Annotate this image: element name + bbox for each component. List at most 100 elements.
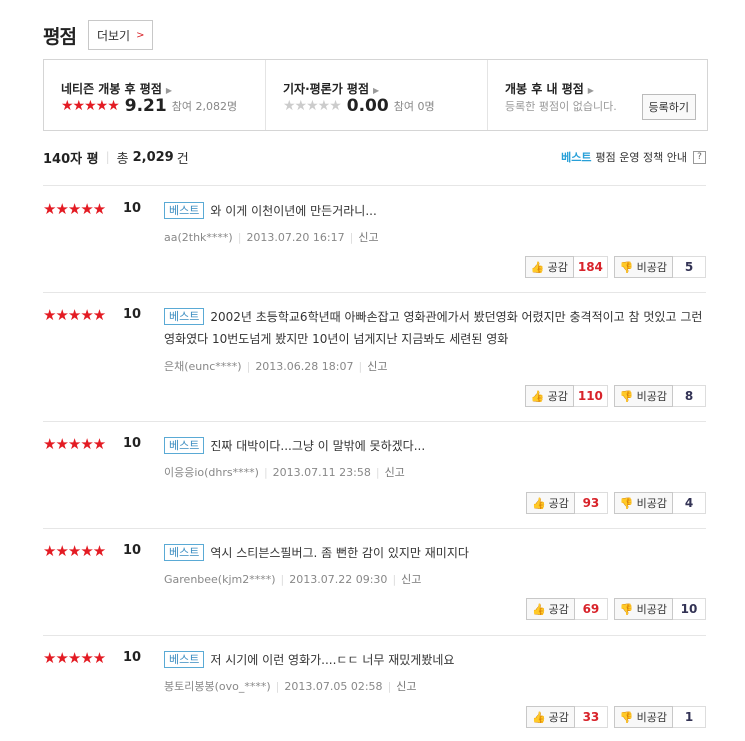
star-rating-icon: ★★★★★ bbox=[43, 542, 106, 560]
vote-controls: 👍 공감 184 👎 비공감 5 bbox=[524, 256, 706, 278]
star-rating-icon: ★★★★★ bbox=[61, 98, 120, 114]
thumbs-up-icon: 👍 bbox=[531, 602, 546, 616]
review-date: 2013.06.28 18:07 bbox=[255, 360, 354, 373]
review-text: 베스트 와 이게 이천이년에 만든거라니... bbox=[164, 200, 704, 222]
review-item: ★★★★★ 10 베스트 저 시기에 이런 영화가....ㄷㄷ 너무 재밌게봤네요… bbox=[43, 649, 706, 739]
netizen-rating-title[interactable]: 네티즌 개봉 후 평점 ▶ bbox=[61, 80, 172, 97]
dislike-count: 1 bbox=[673, 706, 706, 728]
review-date: 2013.07.05 02:58 bbox=[284, 680, 383, 693]
policy-text: 평점 운영 정책 안내 bbox=[595, 151, 687, 164]
dislike-button[interactable]: 👎 비공감 bbox=[613, 706, 673, 728]
divider bbox=[43, 635, 706, 636]
dislike-button[interactable]: 👎 비공감 bbox=[613, 598, 673, 620]
register-rating-button[interactable]: 등록하기 bbox=[641, 94, 696, 120]
critic-rating-title[interactable]: 기자·평론가 평점 ▶ bbox=[283, 80, 379, 97]
thumbs-down-icon: 👎 bbox=[619, 710, 634, 724]
total-prefix: 총 bbox=[116, 151, 129, 167]
report-link[interactable]: 신고 bbox=[396, 680, 416, 693]
vote-controls: 👍 공감 33 👎 비공감 1 bbox=[525, 706, 706, 728]
divider bbox=[43, 185, 706, 186]
netizen-score: 9.21 bbox=[124, 96, 167, 116]
help-icon[interactable]: ? bbox=[693, 150, 706, 164]
report-link[interactable]: 신고 bbox=[367, 360, 387, 373]
like-button[interactable]: 👍 공감 bbox=[525, 706, 575, 728]
review-item: ★★★★★ 10 베스트 와 이게 이천이년에 만든거라니... aa(2thk*… bbox=[43, 200, 706, 295]
thumbs-down-icon: 👎 bbox=[619, 602, 634, 616]
like-count: 184 bbox=[573, 256, 608, 278]
review-item: ★★★★★ 10 베스트 진짜 대박이다...그냥 이 말밖에 못하겠다... 이… bbox=[43, 435, 706, 525]
review-date: 2013.07.20 16:17 bbox=[246, 231, 345, 244]
total-count: 2,029 bbox=[132, 149, 174, 165]
my-rating-note: 등록한 평점이 없습니다. bbox=[505, 100, 617, 113]
vote-controls: 👍 공감 69 👎 비공감 10 bbox=[525, 598, 706, 620]
best-badge: 베스트 bbox=[164, 437, 205, 454]
critic-rating: 기자·평론가 평점 ▶ ★★★★★ 0.00 참여 0명 bbox=[265, 60, 487, 130]
review-user[interactable]: 은채(eunc****) bbox=[164, 360, 242, 373]
review-type-label: 140자 평 bbox=[43, 151, 99, 167]
like-button[interactable]: 👍 공감 bbox=[525, 598, 575, 620]
star-rating-icon: ★★★★★ bbox=[43, 200, 106, 218]
divider bbox=[43, 421, 706, 422]
review-user[interactable]: aa(2thk****) bbox=[164, 231, 233, 244]
more-button-label: 더보기 bbox=[96, 28, 131, 43]
review-user[interactable]: 봉토리봉봉(ovo_****) bbox=[164, 680, 271, 693]
netizen-participants: 참여 2,082명 bbox=[171, 100, 238, 113]
review-meta: 봉토리봉봉(ovo_****) | 2013.07.05 02:58 | 신고 bbox=[164, 680, 417, 693]
review-user[interactable]: 이응응io(dhrs****) bbox=[164, 466, 259, 479]
rating-header: 평점 더보기 > bbox=[43, 18, 154, 52]
review-meta: Garenbee(kjm2****) | 2013.07.22 09:30 | 신고 bbox=[164, 573, 422, 586]
more-button[interactable]: 더보기 > bbox=[87, 20, 154, 50]
rating-summary: 네티즌 개봉 후 평점 ▶ ★★★★★ 9.21 참여 2,082명 기자·평론가… bbox=[43, 59, 708, 131]
arrow-right-icon: ▶ bbox=[373, 86, 380, 95]
thumbs-down-icon: 👎 bbox=[619, 389, 634, 403]
thumbs-up-icon: 👍 bbox=[531, 496, 546, 510]
thumbs-up-icon: 👍 bbox=[530, 389, 545, 403]
best-badge: 베스트 bbox=[164, 308, 205, 325]
like-count: 93 bbox=[574, 492, 608, 514]
review-date: 2013.07.11 23:58 bbox=[272, 466, 371, 479]
my-rating-title[interactable]: 개봉 후 내 평점 ▶ bbox=[505, 80, 594, 97]
review-text: 베스트 저 시기에 이런 영화가....ㄷㄷ 너무 재밌게봤네요 bbox=[164, 649, 704, 671]
review-meta: aa(2thk****) | 2013.07.20 16:17 | 신고 bbox=[164, 231, 379, 244]
dislike-button[interactable]: 👎 비공감 bbox=[613, 492, 673, 514]
report-link[interactable]: 신고 bbox=[401, 573, 421, 586]
review-user[interactable]: Garenbee(kjm2****) bbox=[164, 573, 276, 586]
review-count-bar: 140자 평 | 총 2,029 건 베스트 평점 운영 정책 안내 ? bbox=[43, 147, 706, 167]
review-item: ★★★★★ 10 베스트 2002년 초등학교6학년때 아빠손잡고 영화관에가서 … bbox=[43, 306, 706, 421]
divider bbox=[43, 292, 706, 293]
vote-controls: 👍 공감 93 👎 비공감 4 bbox=[525, 492, 706, 514]
best-badge: 베스트 bbox=[164, 202, 205, 219]
arrow-right-icon: ▶ bbox=[587, 86, 594, 95]
like-count: 69 bbox=[574, 598, 608, 620]
like-button[interactable]: 👍 공감 bbox=[524, 256, 574, 278]
critic-score: 0.00 bbox=[346, 96, 389, 116]
like-button[interactable]: 👍 공감 bbox=[524, 385, 574, 407]
dislike-button[interactable]: 👎 비공감 bbox=[613, 385, 673, 407]
star-rating-icon: ★★★★★ bbox=[43, 306, 106, 324]
policy-link[interactable]: 베스트 평점 운영 정책 안내 ? bbox=[561, 149, 706, 165]
dislike-count: 10 bbox=[673, 598, 706, 620]
thumbs-down-icon: 👎 bbox=[619, 496, 634, 510]
review-score: 10 bbox=[123, 436, 142, 451]
total-unit: 건 bbox=[176, 151, 189, 167]
thumbs-down-icon: 👎 bbox=[619, 260, 634, 274]
review-text: 베스트 2002년 초등학교6학년때 아빠손잡고 영화관에가서 봤던영화 어렸지만… bbox=[164, 308, 703, 346]
like-count: 33 bbox=[574, 706, 608, 728]
review-score: 10 bbox=[123, 201, 142, 216]
review-meta: 은채(eunc****) | 2013.06.28 18:07 | 신고 bbox=[164, 360, 388, 373]
report-link[interactable]: 신고 bbox=[385, 466, 405, 479]
review-score: 10 bbox=[123, 543, 142, 558]
dislike-count: 4 bbox=[673, 492, 706, 514]
dislike-count: 8 bbox=[673, 385, 706, 407]
review-score: 10 bbox=[123, 307, 142, 322]
my-rating: 개봉 후 내 평점 ▶ 등록한 평점이 없습니다. 등록하기 bbox=[487, 60, 707, 130]
thumbs-up-icon: 👍 bbox=[531, 710, 546, 724]
report-link[interactable]: 신고 bbox=[358, 231, 378, 244]
review-item: ★★★★★ 10 베스트 역시 스티븐스필버그. 좀 뻔한 감이 있지만 재미지다… bbox=[43, 542, 706, 632]
star-rating-icon: ★★★★★ bbox=[283, 98, 342, 114]
dislike-button[interactable]: 👎 비공감 bbox=[613, 256, 673, 278]
divider: | bbox=[105, 150, 110, 164]
review-meta: 이응응io(dhrs****) | 2013.07.11 23:58 | 신고 bbox=[164, 466, 405, 479]
like-button[interactable]: 👍 공감 bbox=[525, 492, 575, 514]
star-rating-icon: ★★★★★ bbox=[43, 649, 106, 667]
